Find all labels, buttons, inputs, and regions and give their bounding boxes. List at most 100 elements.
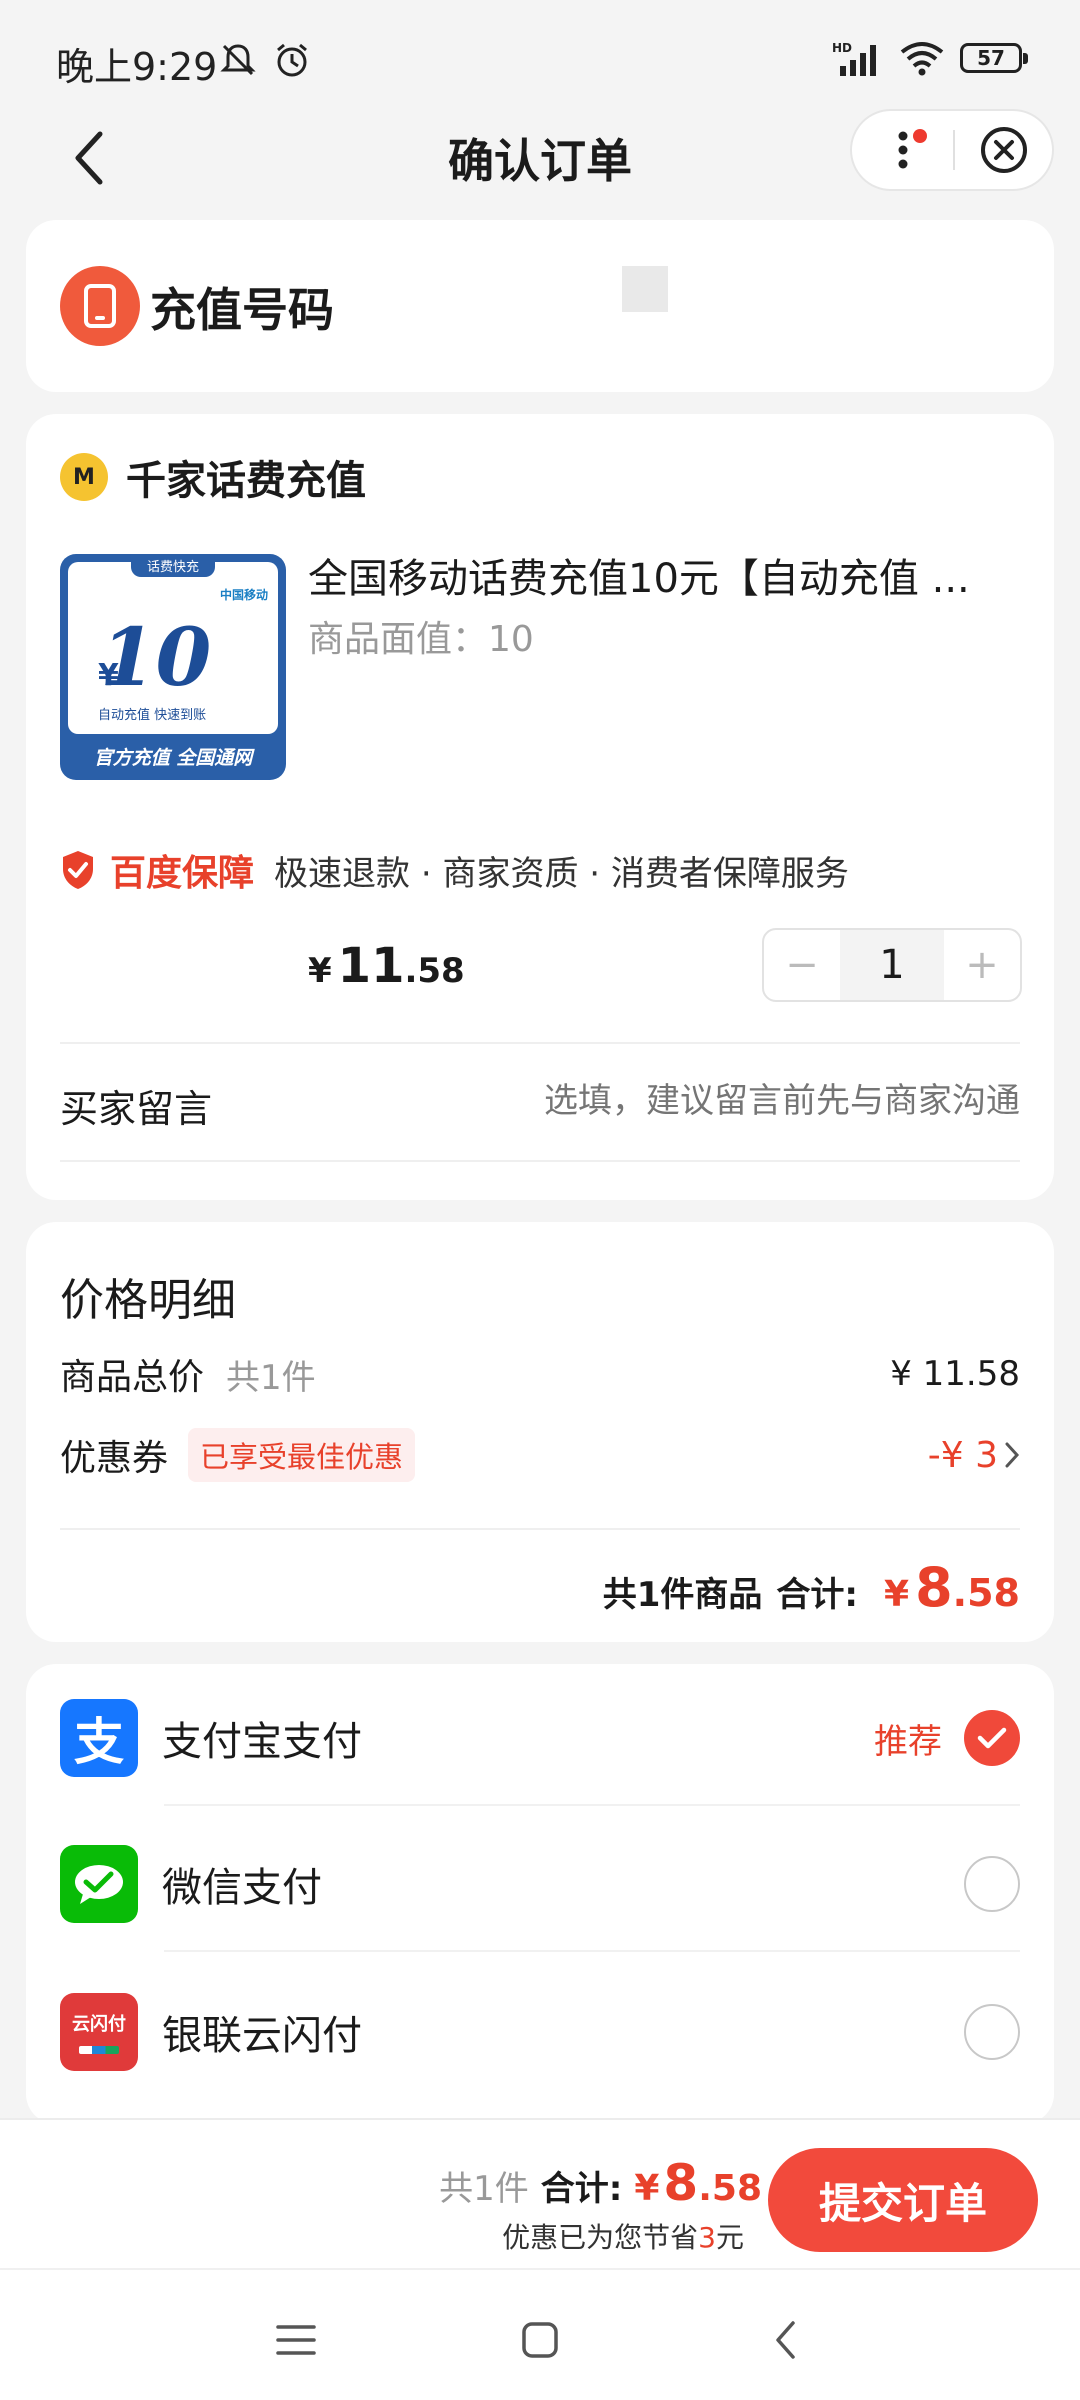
quantity-value[interactable]: 1 <box>840 930 944 1000</box>
shop-row[interactable]: M 千家话费充值 <box>60 448 366 506</box>
more-button[interactable] <box>852 111 953 189</box>
close-circle-icon <box>980 127 1027 173</box>
payment-option-unionpay[interactable]: 云闪付 银联云闪付 <box>60 1982 1020 2082</box>
alipay-icon: 支 <box>60 1699 138 1777</box>
payment-option-label: 银联云闪付 <box>162 2013 362 2059</box>
payment-option-alipay[interactable]: 支 支付宝支付 推荐 <box>60 1688 1020 1788</box>
order-total-currency: ¥ <box>884 1574 910 1615</box>
unionpay-logo-text: 云闪付 <box>72 2014 126 2035</box>
wechat-pay-icon <box>60 1845 138 1923</box>
checkmark-icon <box>977 1727 1007 1749</box>
divider <box>164 1804 1020 1806</box>
divider <box>60 1042 1020 1044</box>
order-total-label: 合计: <box>776 1575 859 1615</box>
phone-number-placeholder <box>622 266 668 312</box>
product-image[interactable]: 话费快充 中国移动 ¥ 10 自动充值 快速到账 官方充值 全国通网 <box>60 554 286 780</box>
recharge-number-card[interactable]: 充值号码 <box>26 220 1054 392</box>
recharge-number-title: 充值号码 <box>150 283 334 337</box>
nav-back-button[interactable] <box>756 2310 816 2370</box>
price-detail-title: 价格明细 <box>60 1275 236 1326</box>
order-total: 共1件商品 合计: ¥ 8 .58 <box>603 1556 1020 1619</box>
payment-option-wechat[interactable]: 微信支付 <box>60 1834 1020 1934</box>
header: 确认订单 <box>0 105 1080 215</box>
svg-text:HD: HD <box>832 41 852 55</box>
shop-logo: M <box>60 453 108 501</box>
payment-option-right: 推荐 <box>874 1710 1020 1766</box>
product-image-footer: 官方充值 全国通网 <box>93 747 253 769</box>
wifi-icon <box>900 42 944 76</box>
goods-total-value: ¥ 11.58 <box>890 1354 1020 1394</box>
radio-selected[interactable] <box>964 1710 1020 1766</box>
product-spec: 商品面值：10 <box>308 619 534 660</box>
coupon-status-badge: 已享受最佳优惠 <box>188 1428 416 1482</box>
price-decimal: .58 <box>404 951 465 991</box>
unionpay-stripe <box>79 2046 119 2054</box>
china-mobile-logo: 中国移动 <box>219 588 268 602</box>
radio-unselected[interactable] <box>964 2004 1020 2060</box>
coupon-value: -¥ 3 <box>928 1435 1020 1476</box>
product-image-amount: 10 <box>100 610 212 704</box>
savings-suffix: 元 <box>715 2221 744 2254</box>
unionpay-icon: 云闪付 <box>60 1993 138 2071</box>
product-image-tag: 话费快充 <box>130 554 216 577</box>
price-currency: ¥ <box>308 951 332 991</box>
status-icons-left <box>218 40 312 80</box>
nav-home-button[interactable] <box>510 2310 570 2370</box>
coupon-label: 优惠券 <box>60 1438 169 1479</box>
status-time: 晚上9:29 <box>56 45 218 89</box>
product-price: ¥ 11 .58 <box>308 938 465 994</box>
payment-option-right <box>964 2004 1020 2060</box>
system-nav-bar <box>0 2268 1080 2400</box>
mute-notification-icon <box>220 44 256 76</box>
quantity-stepper: − 1 + <box>762 928 1022 1002</box>
divider <box>60 1160 1020 1162</box>
checkout-total-label: 合计: <box>540 2169 623 2209</box>
status-bar: 晚上9:29 HD 57 <box>0 0 1080 110</box>
guarantee-text: 极速退款 · 商家资质 · 消费者保障服务 <box>274 853 849 894</box>
checkout-decimal: .58 <box>698 2168 762 2209</box>
home-square-icon <box>522 2322 558 2358</box>
goods-total-count: 共1件 <box>226 1357 316 1398</box>
menu-icon <box>276 2325 316 2355</box>
guarantee-brand: 百度保障 <box>110 853 255 894</box>
shield-check-icon <box>63 851 93 889</box>
savings-amount: 3 <box>698 2221 716 2254</box>
goods-total-row: 商品总价 共1件 ¥ 11.58 <box>60 1348 1020 1400</box>
notification-dot <box>913 129 927 143</box>
order-total-integer: 8 <box>915 1556 953 1619</box>
payment-option-right <box>964 1856 1020 1912</box>
product-card: M 千家话费充值 话费快充 中国移动 ¥ 10 自动充值 快速到账 官方充值 全… <box>26 414 1054 1200</box>
checkout-bar: 共1件 合计: ¥ 8 .58 优惠已为您节省3元 提交订单 <box>0 2118 1080 2268</box>
coupon-amount: -¥ 3 <box>927 1434 998 1476</box>
coupon-row[interactable]: 优惠券 已享受最佳优惠 -¥ 3 <box>60 1428 1020 1482</box>
goods-total-label: 商品总价 <box>60 1357 205 1398</box>
more-vertical-icon <box>898 131 907 169</box>
alipay-logo-text: 支 <box>74 1713 124 1771</box>
checkout-integer: 8 <box>663 2154 699 2212</box>
chevron-right-icon <box>1005 1442 1020 1468</box>
quantity-plus-button[interactable]: + <box>944 930 1020 1000</box>
product-title[interactable]: 全国移动话费充值10元【自动充值 ... <box>308 546 1008 604</box>
nav-menu-button[interactable] <box>266 2310 326 2370</box>
signal-icon: HD <box>832 41 876 76</box>
product-image-note: 自动充值 快速到账 <box>98 708 207 723</box>
status-icons-right: HD 57 <box>832 40 1028 76</box>
submit-order-button[interactable]: 提交订单 <box>768 2148 1038 2252</box>
chevron-left-icon <box>776 2321 795 2359</box>
savings-text: 优惠已为您节省3元 <box>502 2216 744 2256</box>
buyer-message-label: 买家留言 <box>60 1087 213 1131</box>
quantity-minus-button[interactable]: − <box>764 930 840 1000</box>
battery-icon: 57 <box>960 43 1028 73</box>
baidu-guarantee[interactable]: 百度保障 极速退款 · 商家资质 · 消费者保障服务 <box>60 844 849 896</box>
order-total-decimal: .58 <box>952 1571 1020 1615</box>
buyer-message-input[interactable] <box>440 1082 1020 1121</box>
radio-unselected[interactable] <box>964 1856 1020 1912</box>
payment-option-label: 支付宝支付 <box>162 1719 362 1765</box>
checkout-currency: ¥ <box>634 2168 660 2209</box>
close-button[interactable] <box>955 111 1052 189</box>
payment-method-card: 支 支付宝支付 推荐 微信支付 云闪付 银联云闪付 <box>26 1664 1054 2124</box>
divider <box>164 1950 1020 1952</box>
savings-prefix: 优惠已为您节省 <box>502 2221 699 2254</box>
phone-icon <box>60 266 140 346</box>
price-detail-card: 价格明细 商品总价 共1件 ¥ 11.58 优惠券 已享受最佳优惠 -¥ 3 共… <box>26 1222 1054 1642</box>
